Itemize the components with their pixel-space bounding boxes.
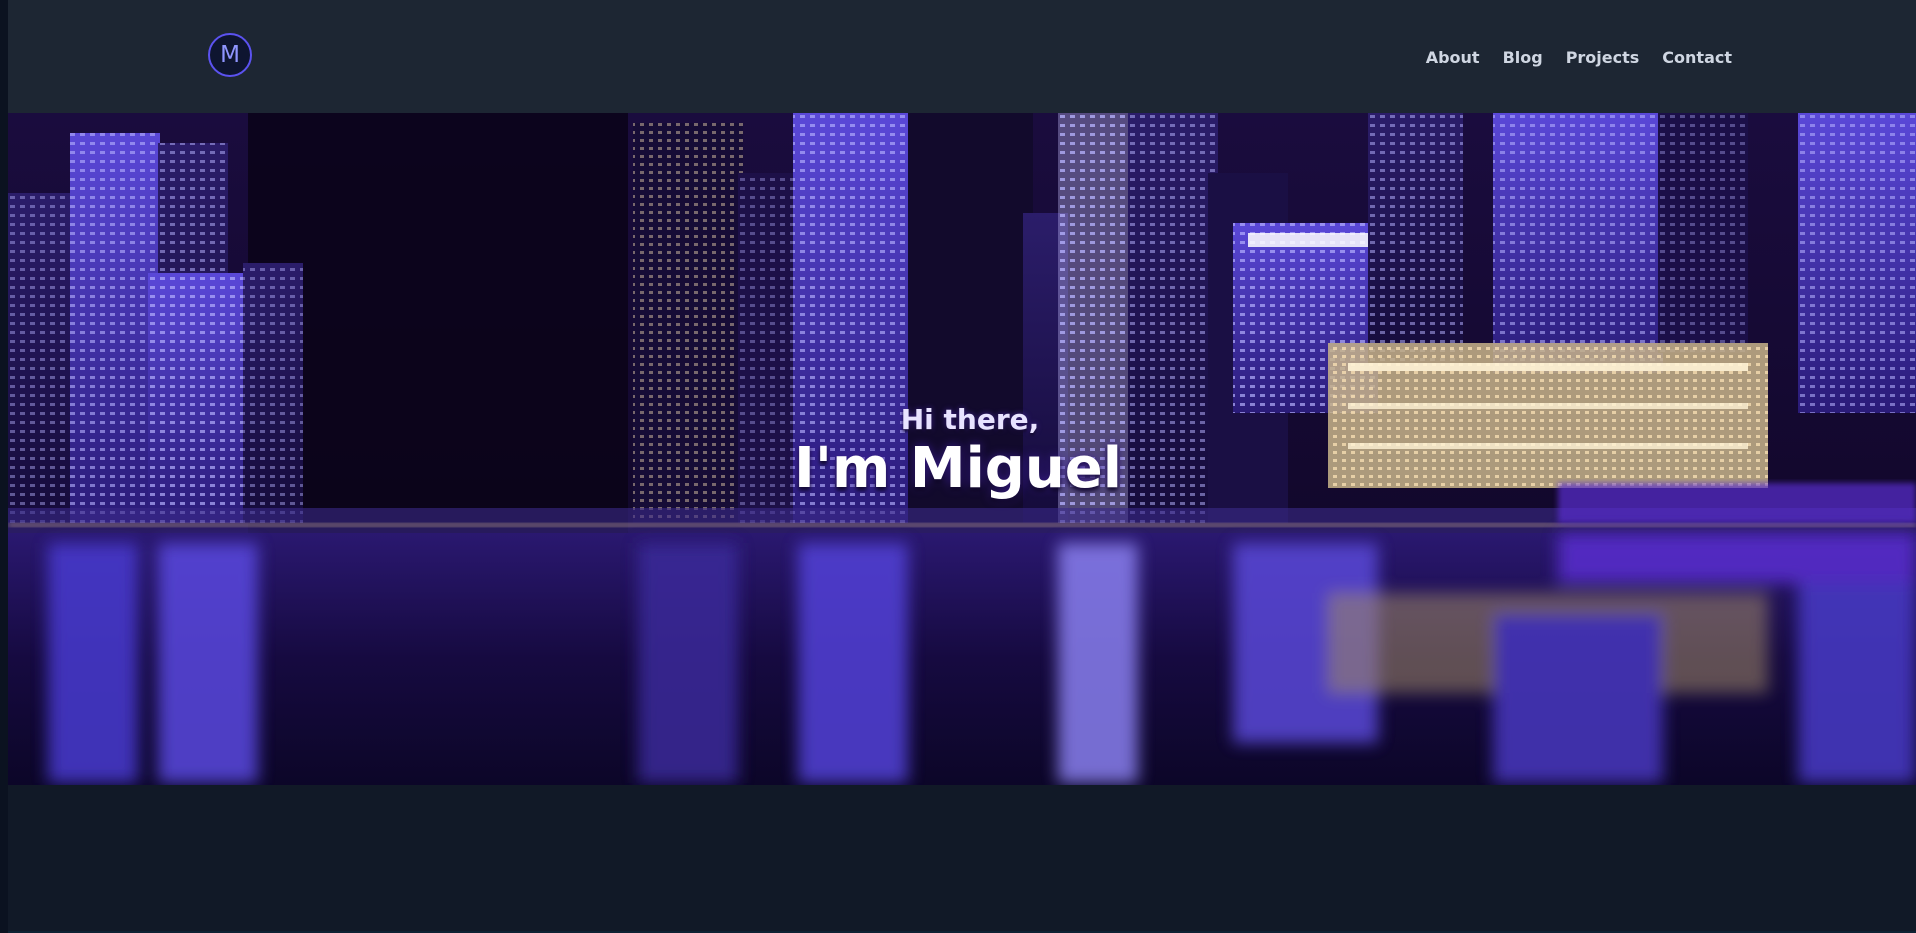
content-area — [8, 785, 1916, 933]
nav-about-link[interactable]: About — [1426, 47, 1480, 69]
hero-greeting: Hi there, — [900, 403, 1040, 436]
nav-blog-link[interactable]: Blog — [1503, 47, 1543, 69]
page: M About Blog Projects Contact Hi there, … — [0, 0, 1916, 933]
main-nav: About Blog Projects Contact — [1426, 47, 1732, 69]
nav-contact-link[interactable]: Contact — [1662, 47, 1732, 69]
hero-title: I'm Miguel — [794, 436, 1122, 501]
left-edge — [0, 0, 8, 933]
hero-section: Hi there, I'm Miguel — [8, 113, 1916, 785]
nav-projects-link[interactable]: Projects — [1566, 47, 1640, 69]
hero-text: Hi there, I'm Miguel — [8, 403, 1916, 501]
site-header: M About Blog Projects Contact — [8, 0, 1916, 113]
logo-avatar[interactable]: M — [208, 33, 252, 77]
